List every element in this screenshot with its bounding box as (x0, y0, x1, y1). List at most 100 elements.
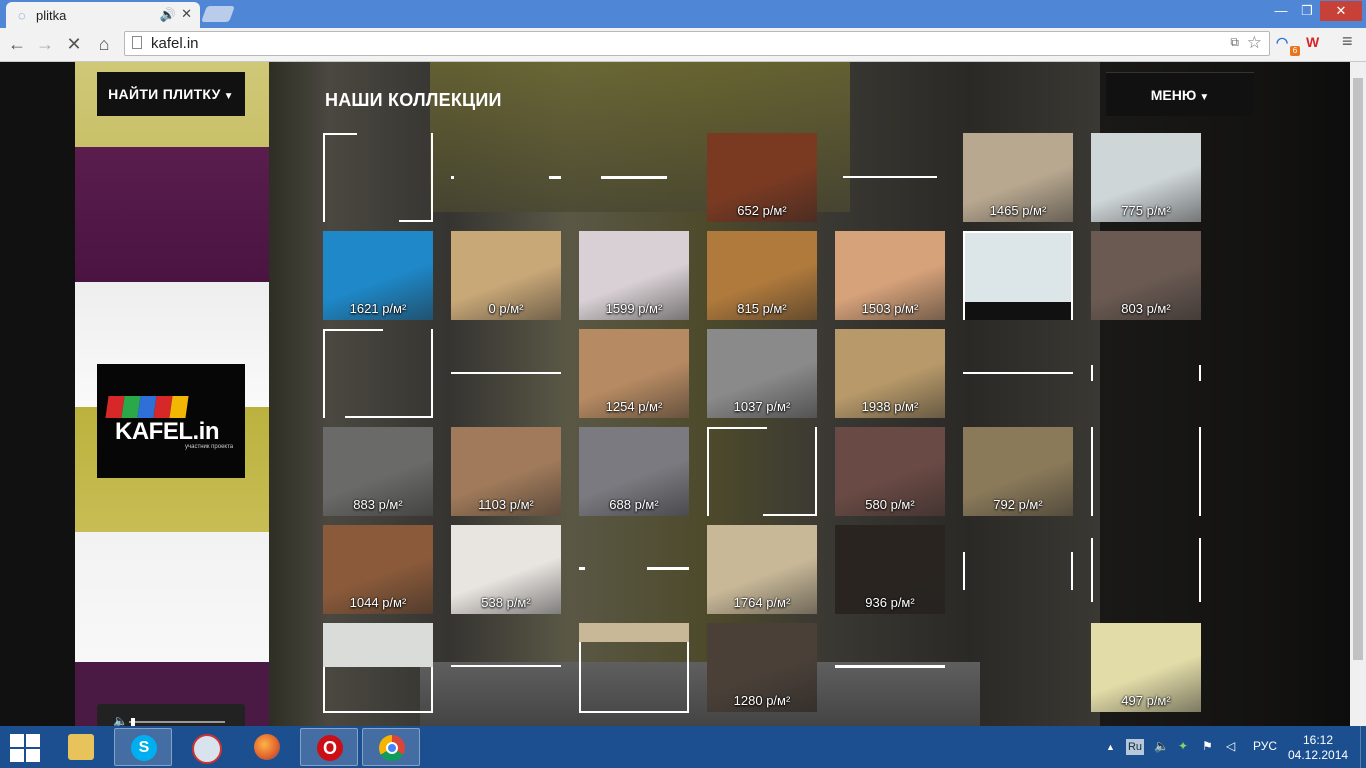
tile-price: 792 р/м² (993, 497, 1043, 512)
chevron-down-icon: ▼ (223, 91, 234, 102)
windows-start-icon[interactable] (6, 732, 42, 762)
frame-line (647, 567, 689, 570)
frame-line (1091, 365, 1093, 381)
taskbar-skype[interactable]: S (114, 728, 172, 766)
taskbar-firefox[interactable] (238, 728, 296, 766)
logo-stripes (105, 396, 189, 418)
frame-corner (323, 711, 433, 713)
collection-tile[interactable]: 1465 р/м² (963, 133, 1073, 222)
title-bar: ◌ plitka 🔊 ✕ — ❐ ✕ (0, 0, 1366, 28)
volume-slider-handle[interactable] (131, 718, 135, 726)
collection-tile[interactable]: 815 р/м² (707, 231, 817, 320)
home-icon[interactable]: ⌂ (92, 32, 116, 56)
start-pane (10, 734, 24, 747)
collection-tile[interactable]: 792 р/м² (963, 427, 1073, 516)
maximize-icon[interactable]: ❐ (1294, 1, 1320, 21)
tile-price: 497 р/м² (1121, 693, 1171, 708)
tray-network-icon[interactable]: ✦ (1178, 739, 1188, 753)
menu-button[interactable]: МЕНЮ ▼ (1106, 72, 1254, 116)
bookmark-star-icon[interactable]: ☆ (1247, 33, 1262, 53)
collection-tile[interactable]: 580 р/м² (835, 427, 945, 516)
taskbar-chrome[interactable] (362, 728, 420, 766)
background-sink (420, 662, 980, 726)
input-language[interactable]: РУС (1253, 739, 1277, 753)
loading-icon: ◌ (18, 8, 26, 23)
frame-corner (815, 427, 817, 516)
audio-playing-icon: 🔊 (159, 7, 176, 22)
frame-corner (345, 416, 433, 418)
collection-tile[interactable]: 497 р/м² (1091, 623, 1201, 712)
taskbar-agent[interactable] (176, 728, 234, 766)
frame-corner (431, 133, 433, 222)
collection-tile[interactable]: 775 р/м² (1091, 133, 1201, 222)
collection-tile[interactable]: 936 р/м² (835, 525, 945, 614)
tile-price: 883 р/м² (353, 497, 403, 512)
forward-icon[interactable]: → (33, 32, 57, 56)
frame-corner (707, 427, 709, 516)
find-tile-button[interactable]: НАЙТИ ПЛИТКУ ▼ (97, 72, 245, 116)
collection-tile[interactable]: 1280 р/м² (707, 623, 817, 712)
collection-tile[interactable]: 1938 р/м² (835, 329, 945, 418)
minimize-icon[interactable]: — (1268, 1, 1294, 21)
collection-tile[interactable]: 1621 р/м² (323, 231, 433, 320)
address-bar[interactable]: kafel.in ⧉ ☆ (124, 31, 1270, 56)
logo-text: KAFEL.in (115, 418, 220, 445)
start-pane (26, 734, 40, 747)
tile-price: 1465 р/м² (989, 203, 1047, 218)
frame-line (549, 176, 561, 179)
collection-tile[interactable]: 688 р/м² (579, 427, 689, 516)
clock[interactable]: 16:12 04.12.2014 (1288, 733, 1348, 763)
browser-tab[interactable]: ◌ plitka 🔊 ✕ (6, 2, 200, 28)
agent-icon (192, 734, 222, 764)
frame-line (963, 372, 1073, 374)
tab-close-icon[interactable]: ✕ (181, 6, 192, 22)
collection-tile[interactable]: 538 р/м² (451, 525, 561, 614)
tray-expand-icon[interactable]: ▲ (1106, 742, 1115, 752)
opera-icon: O (317, 735, 343, 761)
extension-wifi-icon[interactable]: ◠ (1276, 34, 1288, 51)
chrome-menu-icon[interactable]: ≡ (1342, 31, 1353, 52)
new-tab-button[interactable] (201, 6, 235, 22)
translate-icon[interactable]: ⧉ (1230, 35, 1239, 50)
collection-tile[interactable]: 1254 р/м² (579, 329, 689, 418)
volume-icon[interactable]: 🔈 (113, 714, 128, 726)
show-desktop-button[interactable] (1360, 726, 1366, 768)
start-pane (26, 749, 40, 762)
clock-date: 04.12.2014 (1288, 748, 1349, 762)
tile-price: 1503 р/м² (861, 301, 919, 316)
audio-player[interactable]: 🔈 (97, 704, 245, 726)
collection-tile[interactable]: 803 р/м² (1091, 231, 1201, 320)
collection-tile[interactable]: 1503 р/м² (835, 231, 945, 320)
stop-icon[interactable]: ✕ (62, 32, 86, 56)
volume-track[interactable] (129, 721, 225, 723)
collection-tile[interactable]: 1037 р/м² (707, 329, 817, 418)
back-icon[interactable]: ← (5, 32, 29, 56)
collection-tile-loading[interactable] (963, 231, 1073, 320)
taskbar-opera[interactable]: O (300, 728, 358, 766)
frame-corner (399, 220, 433, 222)
web-page: НАЙТИ ПЛИТКУ ▼ МЕНЮ ▼ НАШИ КОЛЛЕКЦИИ KAFEL… (0, 62, 1350, 726)
collection-tile[interactable]: 1044 р/м² (323, 525, 433, 614)
collection-tile[interactable]: 1103 р/м² (451, 427, 561, 516)
collection-tile[interactable]: 1764 р/м² (707, 525, 817, 614)
tile-price: 803 р/м² (1121, 301, 1171, 316)
frame-line (1199, 427, 1201, 516)
collection-tile-loading[interactable] (323, 623, 433, 667)
taskbar-explorer[interactable] (52, 728, 110, 766)
collection-tile[interactable]: 652 р/м² (707, 133, 817, 222)
extension-w-icon[interactable]: W (1306, 34, 1319, 50)
collection-tile-loading[interactable] (579, 623, 689, 642)
tray-speaker-icon[interactable]: ◁ (1226, 739, 1235, 753)
collection-tile[interactable]: 883 р/м² (323, 427, 433, 516)
scrollbar-thumb[interactable] (1353, 78, 1363, 660)
collection-tile[interactable]: 0 р/м² (451, 231, 561, 320)
tile-price: 1764 р/м² (733, 595, 791, 610)
clock-time: 16:12 (1302, 733, 1334, 747)
close-icon[interactable]: ✕ (1320, 1, 1362, 21)
logo[interactable]: KAFEL.in участник проекта (97, 364, 245, 478)
tile-price: 1103 р/м² (478, 497, 534, 512)
collection-tile[interactable]: 1599 р/м² (579, 231, 689, 320)
tray-lang-indicator[interactable]: Ru (1126, 739, 1144, 755)
tray-flag-icon[interactable]: ⚑ (1202, 739, 1213, 753)
tray-volume-icon[interactable]: 🔈 (1154, 739, 1169, 753)
